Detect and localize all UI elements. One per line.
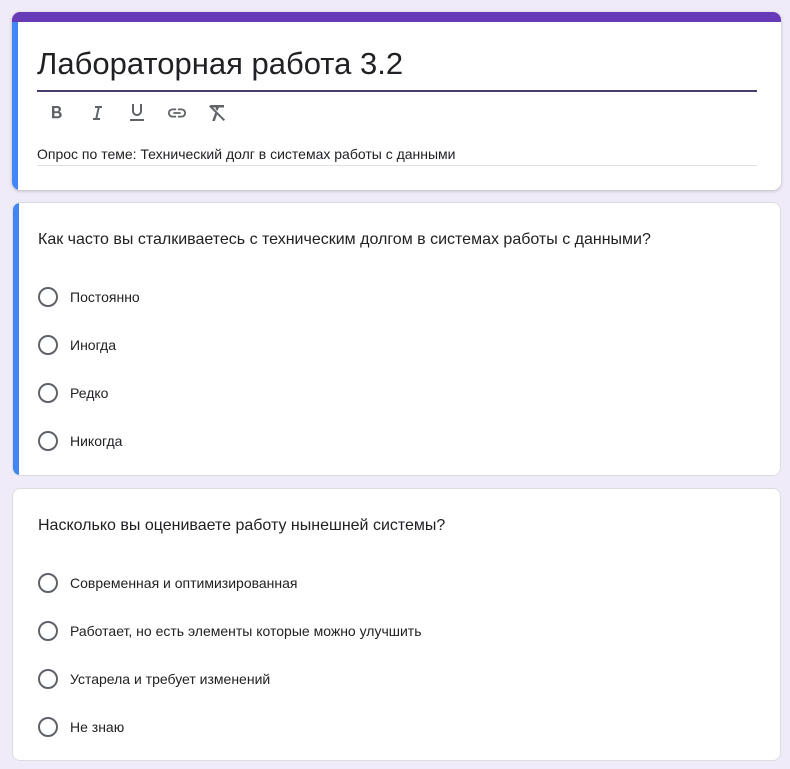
bold-icon[interactable] bbox=[47, 102, 67, 124]
radio-button[interactable] bbox=[38, 669, 58, 689]
radio-button[interactable] bbox=[38, 287, 58, 307]
clear-format-icon[interactable] bbox=[207, 102, 227, 124]
option-label: Постоянно bbox=[70, 289, 140, 305]
question-title: Насколько вы оцениваете работу нынешней … bbox=[38, 517, 446, 534]
option-label: Редко bbox=[70, 385, 109, 401]
focus-indicator bbox=[13, 203, 19, 475]
option-label: Устарела и требует изменений bbox=[70, 671, 271, 687]
option-label: Иногда bbox=[70, 337, 117, 353]
question-title: Как часто вы сталкиваетесь с техническим… bbox=[38, 231, 651, 248]
radio-option[interactable]: Постоянно bbox=[38, 273, 140, 321]
form-title[interactable]: Лабораторная работа 3.2 bbox=[37, 44, 403, 84]
italic-icon[interactable] bbox=[87, 102, 107, 124]
form-description[interactable]: Опрос по теме: Технический долг в систем… bbox=[37, 146, 456, 162]
option-label: Современная и оптимизированная bbox=[70, 575, 298, 591]
radio-button[interactable] bbox=[38, 383, 58, 403]
radio-button[interactable] bbox=[38, 573, 58, 593]
radio-button[interactable] bbox=[38, 717, 58, 737]
title-underline bbox=[37, 90, 757, 92]
question-card[interactable]: Насколько вы оцениваете работу нынешней … bbox=[12, 488, 781, 761]
radio-button[interactable] bbox=[38, 621, 58, 641]
radio-button[interactable] bbox=[38, 431, 58, 451]
option-label: Работает, но есть элементы которые можно… bbox=[70, 623, 422, 639]
option-label: Никогда bbox=[70, 433, 123, 449]
focus-indicator bbox=[12, 22, 18, 190]
underline-icon[interactable] bbox=[127, 102, 147, 124]
radio-option[interactable]: Не знаю bbox=[38, 703, 422, 751]
radio-option[interactable]: Редко bbox=[38, 369, 140, 417]
radio-option[interactable]: Иногда bbox=[38, 321, 140, 369]
radio-option[interactable]: Современная и оптимизированная bbox=[38, 559, 422, 607]
option-label: Не знаю bbox=[70, 719, 125, 735]
formatting-toolbar bbox=[47, 102, 227, 124]
radio-button[interactable] bbox=[38, 335, 58, 355]
description-underline bbox=[37, 165, 757, 166]
question-card[interactable]: Как часто вы сталкиваетесь с техническим… bbox=[12, 202, 781, 476]
radio-option[interactable]: Никогда bbox=[38, 417, 140, 465]
theme-color-bar bbox=[12, 12, 781, 22]
link-icon[interactable] bbox=[167, 102, 187, 124]
radio-group: Постоянно Иногда Редко Никогда bbox=[38, 273, 140, 465]
radio-group: Современная и оптимизированная Работает,… bbox=[38, 559, 422, 751]
radio-option[interactable]: Устарела и требует изменений bbox=[38, 655, 422, 703]
form-header-card[interactable]: Лабораторная работа 3.2 Опрос по теме: Т… bbox=[12, 12, 781, 190]
radio-option[interactable]: Работает, но есть элементы которые можно… bbox=[38, 607, 422, 655]
